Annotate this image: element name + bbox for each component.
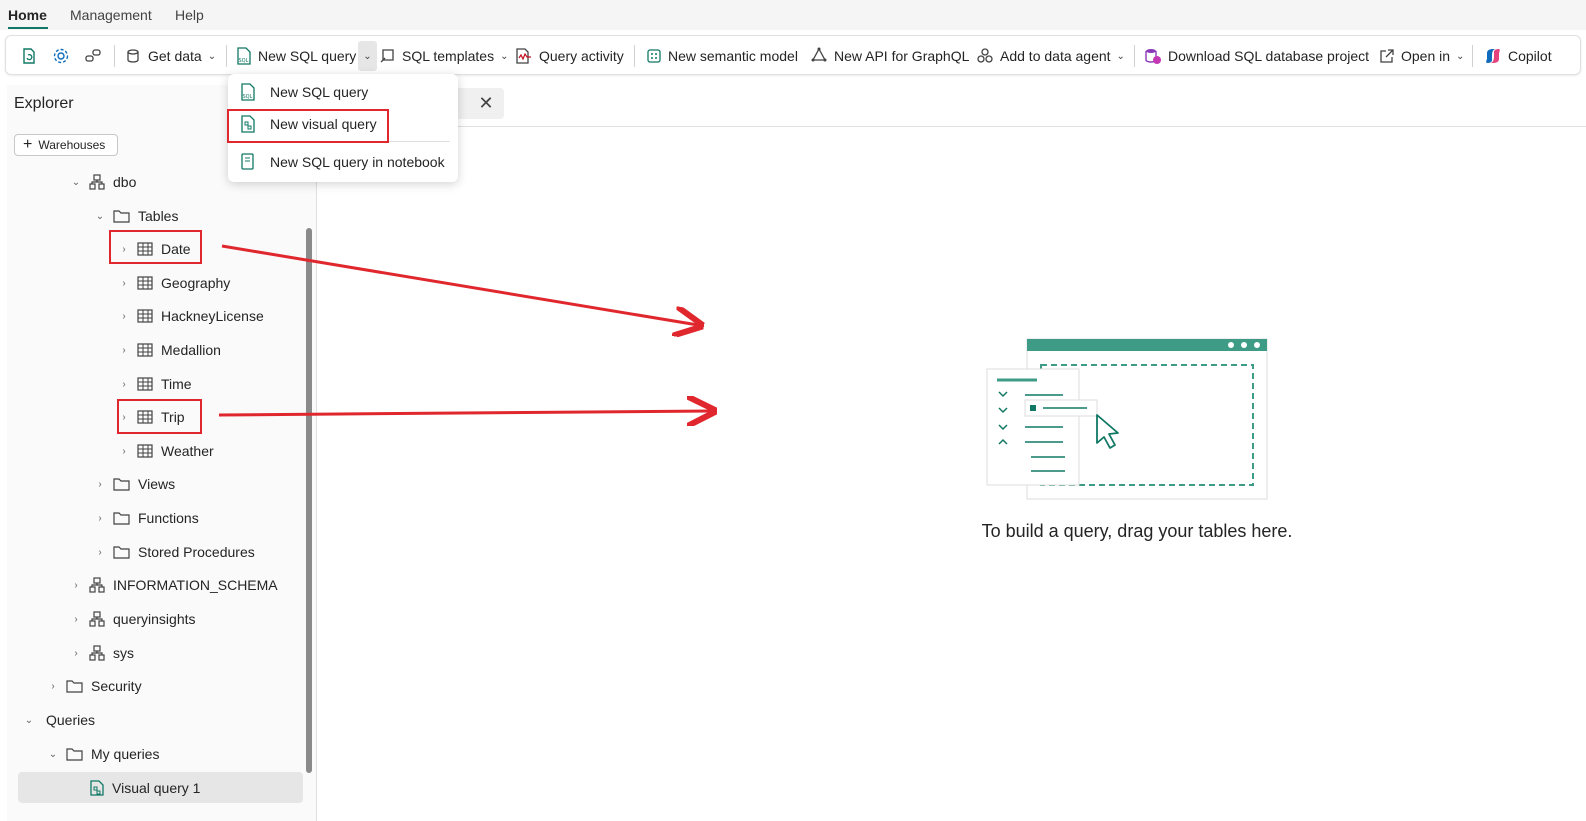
arrow-date-to-canvas xyxy=(221,244,698,325)
drag-tables-illustration xyxy=(986,338,1268,500)
empty-canvas-message: To build a query, drag your tables here. xyxy=(981,521,1293,541)
arrow-trip-to-canvas xyxy=(218,411,711,415)
annotation-arrows xyxy=(218,244,1586,821)
